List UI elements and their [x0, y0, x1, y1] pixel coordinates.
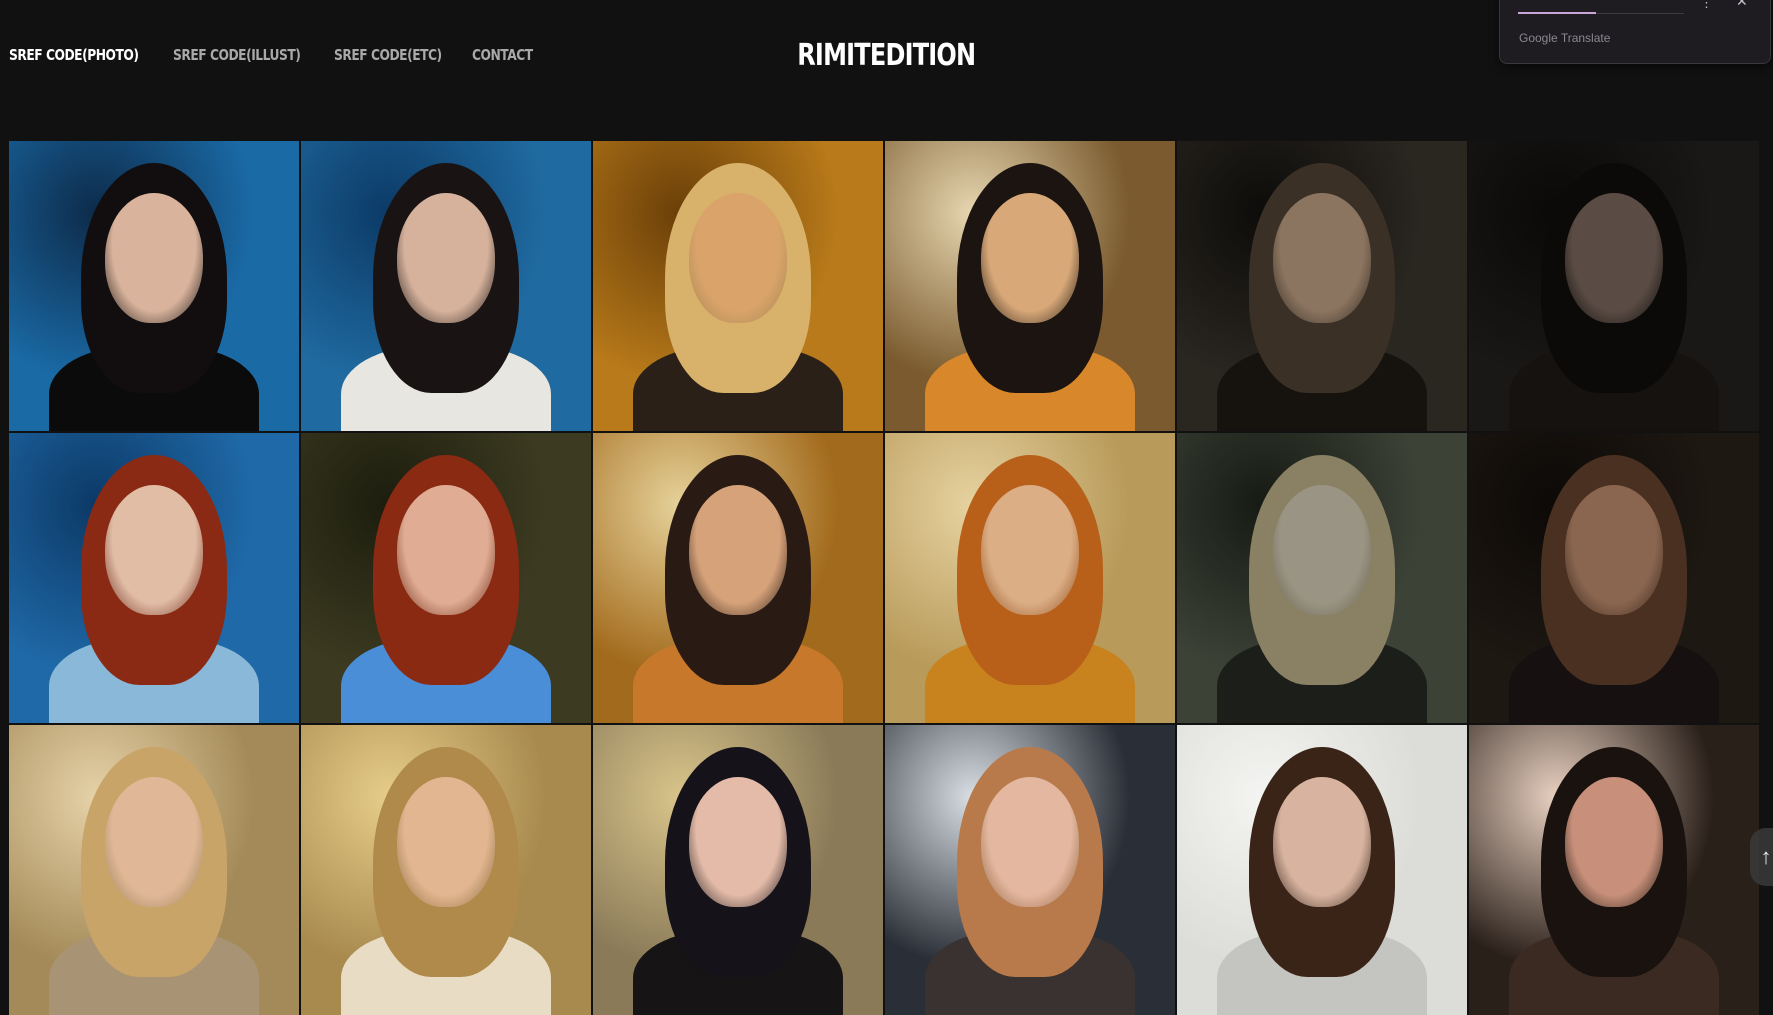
gallery-tile-9[interactable]	[593, 433, 883, 723]
gallery-tile-3[interactable]	[593, 141, 883, 431]
portrait-face	[981, 777, 1079, 907]
google-translate-popup: ⋮ ✕ Google Translate	[1499, 0, 1771, 64]
portrait-face	[1273, 777, 1371, 907]
gallery-tile-6[interactable]	[1469, 141, 1759, 431]
portrait-face	[1565, 485, 1663, 615]
gallery-tile-11[interactable]	[1177, 433, 1467, 723]
portrait-face	[105, 485, 203, 615]
portrait-face	[981, 193, 1079, 323]
gallery-tile-2[interactable]	[301, 141, 591, 431]
arrow-up-icon: ↑	[1760, 844, 1772, 869]
portrait-face	[689, 777, 787, 907]
portrait-face	[397, 777, 495, 907]
gallery-tile-7[interactable]	[9, 433, 299, 723]
gallery-tile-15[interactable]	[593, 725, 883, 1015]
translate-label: Google Translate	[1519, 31, 1611, 45]
gallery-tile-1[interactable]	[9, 141, 299, 431]
portrait-face	[1565, 777, 1663, 907]
site-title: RIMITEDITION	[797, 38, 976, 73]
translate-tab-indicator	[1518, 12, 1596, 14]
portrait-face	[397, 485, 495, 615]
gallery-tile-10[interactable]	[885, 433, 1175, 723]
gallery-tile-8[interactable]	[301, 433, 591, 723]
portrait-face	[1565, 193, 1663, 323]
portrait-face	[689, 485, 787, 615]
gallery-tile-4[interactable]	[885, 141, 1175, 431]
gallery-tile-13[interactable]	[9, 725, 299, 1015]
portrait-face	[981, 485, 1079, 615]
scroll-top-button[interactable]: ↑	[1750, 828, 1773, 886]
close-icon[interactable]: ✕	[1736, 0, 1748, 10]
portrait-face	[689, 193, 787, 323]
translate-tabs	[1518, 0, 1684, 14]
gallery-tile-5[interactable]	[1177, 141, 1467, 431]
gallery-tile-14[interactable]	[301, 725, 591, 1015]
portrait-face	[105, 193, 203, 323]
portrait-face	[397, 193, 495, 323]
gallery-tile-18[interactable]	[1469, 725, 1759, 1015]
gallery-tile-17[interactable]	[1177, 725, 1467, 1015]
portrait-face	[1273, 193, 1371, 323]
more-vert-icon[interactable]: ⋮	[1700, 0, 1713, 11]
portrait-face	[105, 777, 203, 907]
photo-gallery	[9, 141, 1760, 1015]
gallery-tile-12[interactable]	[1469, 433, 1759, 723]
gallery-tile-16[interactable]	[885, 725, 1175, 1015]
portrait-face	[1273, 485, 1371, 615]
